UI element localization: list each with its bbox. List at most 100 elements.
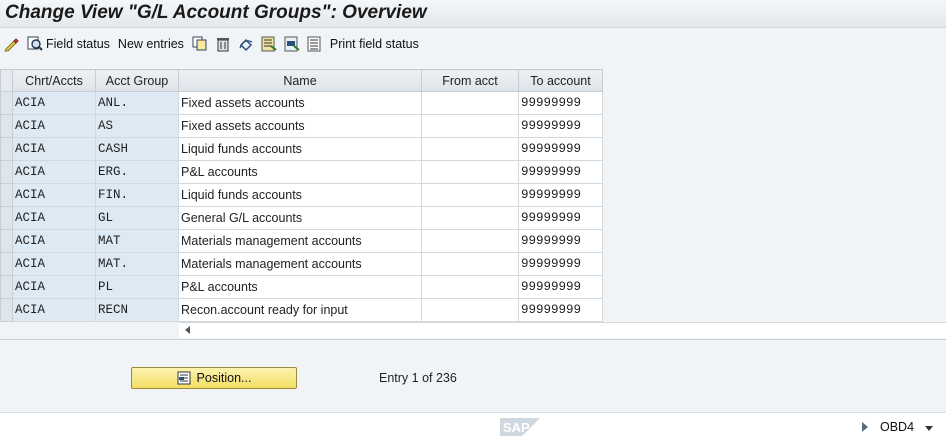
field-status-button[interactable]: Field status [25, 33, 112, 55]
chart-of-accounts-cell: ACIA [12, 298, 96, 322]
horizontal-scrollbar[interactable] [179, 322, 946, 338]
column-header-name[interactable]: Name [178, 69, 422, 92]
name-input[interactable]: Fixed assets accounts [178, 91, 422, 115]
undo-change-button[interactable] [236, 33, 259, 55]
name-input[interactable]: Recon.account ready for input [178, 298, 422, 322]
table-row: ACIA RECN Recon.account ready for input … [0, 298, 603, 322]
from-account-input[interactable] [421, 183, 519, 207]
row-selector[interactable] [0, 275, 13, 299]
to-account-input[interactable]: 99999999 [518, 137, 603, 161]
field-status-label: Field status [46, 37, 110, 51]
name-input[interactable]: General G/L accounts [178, 206, 422, 230]
column-header-account-group[interactable]: Acct Group [95, 69, 179, 92]
select-all-button[interactable] [259, 33, 282, 55]
row-selector[interactable] [0, 91, 13, 115]
name-input[interactable]: Materials management accounts [178, 252, 422, 276]
from-account-input[interactable] [421, 229, 519, 253]
select-block-icon [284, 36, 300, 52]
undo-icon [239, 38, 253, 52]
system-name: OBD4 [880, 420, 915, 434]
magnifier-icon [27, 36, 43, 51]
from-account-input[interactable] [421, 298, 519, 322]
table-row: ACIA GL General G/L accounts 99999999 [0, 206, 603, 230]
to-account-input[interactable]: 99999999 [518, 206, 603, 230]
from-account-input[interactable] [421, 252, 519, 276]
to-account-input[interactable]: 99999999 [518, 229, 603, 253]
delete-button[interactable] [213, 33, 236, 55]
copy-button[interactable] [190, 33, 213, 55]
new-entries-label: New entries [117, 37, 184, 51]
chart-of-accounts-cell: ACIA [12, 137, 96, 161]
edit-display-button[interactable] [2, 33, 25, 55]
row-selector[interactable] [0, 137, 13, 161]
deselect-all-button[interactable] [305, 33, 328, 55]
position-button[interactable]: Position... [131, 367, 297, 389]
table-row: ACIA AS Fixed assets accounts 99999999 [0, 114, 603, 138]
name-input[interactable]: Liquid funds accounts [178, 137, 422, 161]
account-group-cell: PL [95, 275, 179, 299]
column-header-chart-of-accounts[interactable]: Chrt/Accts [12, 69, 96, 92]
table-row: ACIA PL P&L accounts 99999999 [0, 275, 603, 299]
chart-of-accounts-cell: ACIA [12, 183, 96, 207]
row-selector[interactable] [0, 114, 13, 138]
account-groups-table: Chrt/Accts Acct Group Name From acct To … [0, 69, 603, 322]
row-selector[interactable] [0, 298, 13, 322]
status-bar: SAP OBD4 [0, 412, 946, 437]
copy-icon [192, 36, 207, 51]
from-account-input[interactable] [421, 91, 519, 115]
to-account-input[interactable]: 99999999 [518, 91, 603, 115]
position-button-label: Position... [196, 371, 252, 385]
chevron-down-icon[interactable] [925, 426, 933, 431]
expand-status-icon[interactable] [862, 422, 868, 432]
row-selector-header[interactable] [0, 69, 13, 92]
name-input[interactable]: P&L accounts [178, 160, 422, 184]
from-account-input[interactable] [421, 275, 519, 299]
account-group-cell: GL [95, 206, 179, 230]
account-group-cell: ERG. [95, 160, 179, 184]
table-row: ACIA FIN. Liquid funds accounts 99999999 [0, 183, 603, 207]
account-group-cell: ANL. [95, 91, 179, 115]
from-account-input[interactable] [421, 160, 519, 184]
chart-of-accounts-cell: ACIA [12, 275, 96, 299]
account-group-cell: FIN. [95, 183, 179, 207]
table-row: ACIA MAT Materials management accounts 9… [0, 229, 603, 253]
to-account-input[interactable]: 99999999 [518, 183, 603, 207]
row-selector[interactable] [0, 229, 13, 253]
from-account-input[interactable] [421, 137, 519, 161]
column-header-from-account[interactable]: From acct [421, 69, 519, 92]
account-group-cell: RECN [95, 298, 179, 322]
print-field-status-label: Print field status [329, 37, 419, 51]
column-header-to-account[interactable]: To account [518, 69, 603, 92]
name-input[interactable]: Fixed assets accounts [178, 114, 422, 138]
pencil-glasses-icon [4, 38, 19, 52]
select-all-icon [261, 36, 277, 52]
name-input[interactable]: Liquid funds accounts [178, 183, 422, 207]
row-selector[interactable] [0, 160, 13, 184]
print-field-status-button[interactable]: Print field status [328, 33, 421, 55]
row-selector[interactable] [0, 206, 13, 230]
chart-of-accounts-cell: ACIA [12, 114, 96, 138]
row-selector[interactable] [0, 183, 13, 207]
chart-of-accounts-cell: ACIA [12, 252, 96, 276]
name-input[interactable]: P&L accounts [178, 275, 422, 299]
to-account-input[interactable]: 99999999 [518, 252, 603, 276]
position-icon [177, 371, 191, 385]
from-account-input[interactable] [421, 206, 519, 230]
divider [0, 339, 946, 340]
deselect-all-icon [307, 36, 321, 52]
name-input[interactable]: Materials management accounts [178, 229, 422, 253]
table-row: ACIA CASH Liquid funds accounts 99999999 [0, 137, 603, 161]
to-account-input[interactable]: 99999999 [518, 298, 603, 322]
to-account-input[interactable]: 99999999 [518, 275, 603, 299]
table-header-row: Chrt/Accts Acct Group Name From acct To … [0, 69, 603, 92]
to-account-input[interactable]: 99999999 [518, 160, 603, 184]
select-block-button[interactable] [282, 33, 305, 55]
to-account-input[interactable]: 99999999 [518, 114, 603, 138]
new-entries-button[interactable]: New entries [116, 33, 186, 55]
svg-text:SAP: SAP [503, 420, 530, 435]
row-selector[interactable] [0, 252, 13, 276]
account-group-cell: MAT. [95, 252, 179, 276]
from-account-input[interactable] [421, 114, 519, 138]
chart-of-accounts-cell: ACIA [12, 91, 96, 115]
scroll-left-icon[interactable] [185, 326, 190, 334]
